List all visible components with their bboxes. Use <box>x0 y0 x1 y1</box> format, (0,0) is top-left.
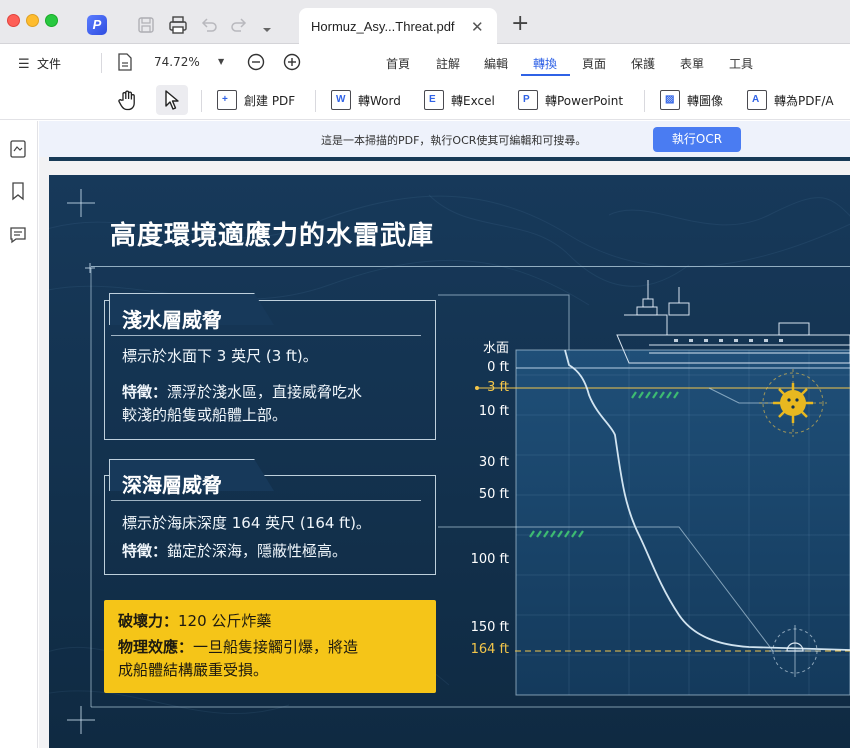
deep-feature-text: 特徵：錨定於深海，隱蔽性極高。 <box>122 542 348 560</box>
page-heading: 高度環境適應力的水雷武庫 <box>110 221 435 251</box>
divider <box>644 90 645 112</box>
active-tab-indicator <box>521 74 570 76</box>
depth-label-50ft: 50 ft <box>478 487 509 502</box>
create-pdf-icon: + <box>217 90 237 110</box>
deep-threat-title: 深海層威脅 <box>122 473 222 497</box>
minimize-window-button[interactable] <box>26 14 39 27</box>
ocr-message: 這是一本掃描的PDF，執行OCR使其可編輯和可搜尋。 <box>321 134 587 147</box>
left-sidebar <box>0 121 38 748</box>
title-bar: P Hormuz_Asy...Threat.pdf ✕ + <box>0 0 850 45</box>
impact-power-text: 破壞力：120 公斤炸藥 <box>118 612 272 630</box>
bookmark-panel-icon[interactable] <box>8 181 28 201</box>
app-logo-icon[interactable]: P <box>87 15 107 35</box>
divider <box>315 90 316 112</box>
save-icon[interactable] <box>136 15 156 35</box>
file-menu[interactable]: 文件 <box>37 55 61 72</box>
hamburger-menu-icon[interactable]: ☰ <box>18 57 30 72</box>
impact-effect-text-2: 成船體結構嚴重受損。 <box>118 661 269 679</box>
card-rule <box>111 335 421 336</box>
depth-label-30ft: 30 ft <box>478 455 509 470</box>
pdf-page: 高度環境適應力的水雷武庫 淺水層威脅 標示於水面下 3 英尺 (3 ft)。 特… <box>49 175 850 748</box>
document-tab[interactable]: Hormuz_Asy...Threat.pdf ✕ <box>299 8 497 45</box>
excel-icon: E <box>424 90 444 110</box>
page-display-icon[interactable] <box>117 53 133 71</box>
card-rule <box>111 500 421 501</box>
zoom-in-icon[interactable] <box>282 52 302 72</box>
shallow-feature-text: 特徵：漂浮於淺水區，直接威脅吃水 <box>122 383 363 401</box>
menu-tools[interactable]: 工具 <box>729 55 753 72</box>
redo-icon[interactable] <box>229 15 249 35</box>
convert-to-word-button[interactable]: W 轉Word <box>331 89 407 111</box>
impact-effect-text: 物理效應：一旦船隻接觸引爆，將造 <box>118 638 359 656</box>
depth-label-150ft: 150 ft <box>470 620 509 635</box>
tab-title: Hormuz_Asy...Threat.pdf <box>311 19 455 34</box>
depth-label-10ft: 10 ft <box>478 404 509 419</box>
menu-page[interactable]: 頁面 <box>582 55 606 72</box>
close-window-button[interactable] <box>7 14 20 27</box>
menu-comment[interactable]: 註解 <box>436 55 460 72</box>
impact-card: 破壞力：120 公斤炸藥 物理效應：一旦船隻接觸引爆，將造 成船體結構嚴重受損。 <box>104 600 436 693</box>
depth-label-3ft: 3 ft <box>487 380 509 395</box>
previous-page-edge <box>49 157 850 161</box>
pdfa-icon: A <box>747 90 767 110</box>
menu-form[interactable]: 表單 <box>680 55 704 72</box>
shallow-depth-text: 標示於水面下 3 英尺 (3 ft)。 <box>122 347 318 365</box>
zoom-window-button[interactable] <box>45 14 58 27</box>
powerpoint-icon: P <box>518 90 538 110</box>
convert-to-image-button[interactable]: ▨ 轉圖像 <box>660 89 730 111</box>
quick-access-dropdown-icon[interactable] <box>262 20 272 32</box>
image-icon: ▨ <box>660 90 680 110</box>
zoom-level[interactable]: 74.72% <box>154 55 200 69</box>
convert-toolbar: + 創建 PDF W 轉Word E 轉Excel P 轉PowerPoint … <box>0 82 850 120</box>
menu-protect[interactable]: 保護 <box>631 55 655 72</box>
depth-label-164ft: 164 ft <box>470 642 509 657</box>
shallow-threat-title: 淺水層威脅 <box>122 308 222 332</box>
run-ocr-button[interactable]: 執行OCR <box>653 127 741 152</box>
undo-icon[interactable] <box>199 15 219 35</box>
create-pdf-button[interactable]: + 創建 PDF <box>217 89 301 111</box>
hand-tool-icon[interactable] <box>116 88 140 112</box>
depth-label-surface: 水面 <box>482 341 509 356</box>
convert-to-excel-button[interactable]: E 轉Excel <box>424 89 500 111</box>
cursor-arrow-icon <box>165 90 179 110</box>
menu-convert[interactable]: 轉換 <box>533 55 557 72</box>
menu-bar: ☰ 文件 74.72% ▼ 首頁 註解 編輯 轉換 頁面 保護 表單 工具 <box>0 45 850 82</box>
menu-edit[interactable]: 編輯 <box>484 55 508 72</box>
tab-close-icon[interactable]: ✕ <box>471 18 484 36</box>
document-viewport[interactable]: 高度環境適應力的水雷武庫 淺水層威脅 標示於水面下 3 英尺 (3 ft)。 特… <box>39 157 850 748</box>
depth-label-100ft: 100 ft <box>470 552 509 567</box>
divider <box>201 90 202 112</box>
zoom-dropdown-icon[interactable]: ▼ <box>218 57 224 66</box>
heading-rule <box>91 266 850 267</box>
select-tool-button[interactable] <box>156 85 188 115</box>
convert-to-powerpoint-button[interactable]: P 轉PowerPoint <box>518 89 628 111</box>
thumbnail-panel-icon[interactable] <box>8 139 28 159</box>
comment-panel-icon[interactable] <box>8 225 28 245</box>
zoom-out-icon[interactable] <box>246 52 266 72</box>
menu-home[interactable]: 首頁 <box>386 55 410 72</box>
depth-label-0ft: 0 ft <box>487 360 509 375</box>
print-icon[interactable] <box>168 15 188 35</box>
shallow-feature-text-2: 較淺的船隻或船體上部。 <box>122 406 288 424</box>
convert-to-pdfa-button[interactable]: A 轉為PDF/A <box>747 89 843 111</box>
new-tab-button[interactable]: + <box>511 13 529 35</box>
word-icon: W <box>331 90 351 110</box>
divider <box>101 53 102 73</box>
ocr-banner: 這是一本掃描的PDF，執行OCR使其可編輯和可搜尋。 執行OCR <box>39 121 850 157</box>
deep-depth-text: 標示於海床深度 164 英尺 (164 ft)。 <box>122 514 371 532</box>
